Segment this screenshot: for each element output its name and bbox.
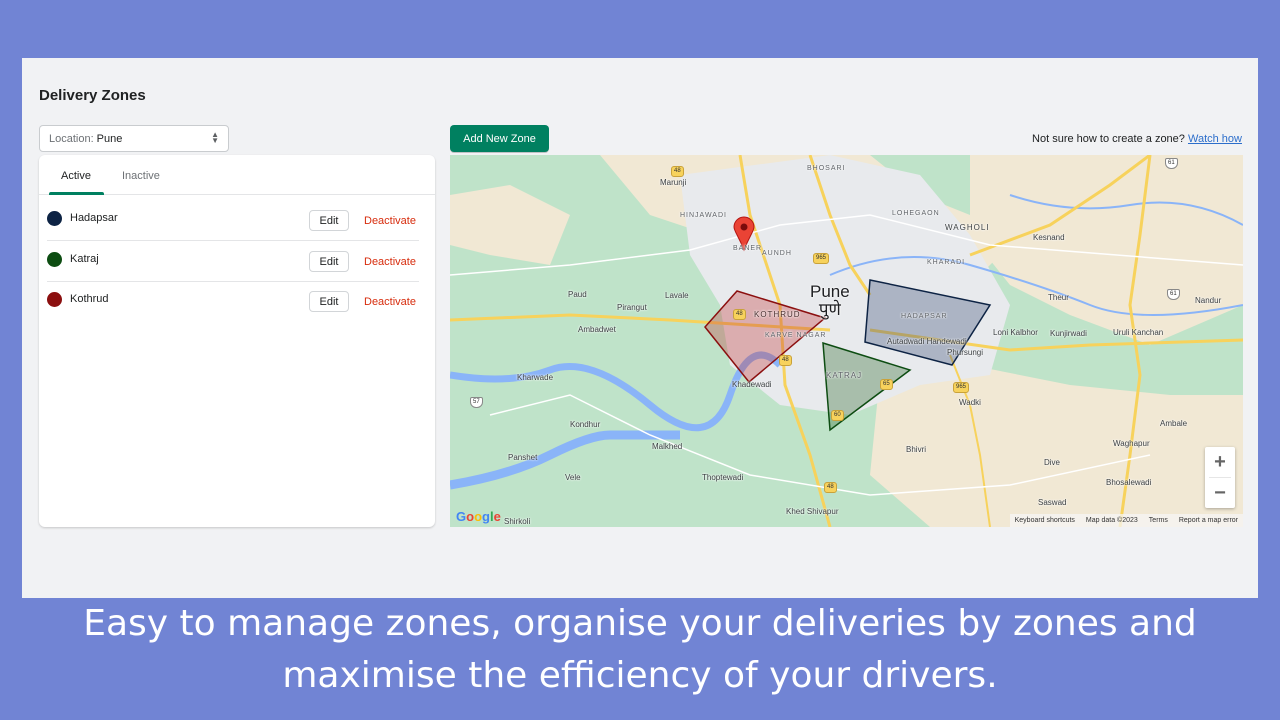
- edit-zone-button[interactable]: Edit: [309, 291, 349, 312]
- map-label: KHARADI: [927, 259, 966, 266]
- google-logo: Google: [456, 509, 501, 524]
- highway-shield: 48: [733, 309, 746, 320]
- map-label: Saswad: [1038, 498, 1067, 507]
- map-label: Uruli Kanchan: [1113, 328, 1164, 337]
- map-label: HADAPSAR: [901, 313, 948, 320]
- map-label: Pirangut: [617, 303, 647, 312]
- edit-zone-button[interactable]: Edit: [309, 251, 349, 272]
- map-label: Thoptewadi: [702, 473, 744, 482]
- zoom-in-button[interactable]: +: [1205, 447, 1235, 477]
- map-label: Kharwade: [517, 373, 554, 382]
- map-label: Ambadwet: [578, 325, 616, 334]
- map-label: Kunjirwadi: [1050, 329, 1087, 338]
- map-label: WAGHOLI: [945, 223, 990, 232]
- map-label: Shirkoli: [504, 517, 531, 526]
- deactivate-zone-link[interactable]: Deactivate: [364, 215, 416, 227]
- map-label: Paud: [568, 290, 587, 299]
- report-map-error-link[interactable]: Report a map error: [1179, 517, 1238, 524]
- terms-link[interactable]: Terms: [1149, 517, 1168, 524]
- keyboard-shortcuts-link[interactable]: Keyboard shortcuts: [1015, 517, 1075, 524]
- edit-zone-button[interactable]: Edit: [309, 210, 349, 231]
- add-new-zone-button[interactable]: Add New Zone: [450, 125, 549, 152]
- highway-shield: 48: [824, 482, 837, 493]
- highway-shield: 48: [671, 166, 684, 177]
- map-label: AUNDH: [762, 250, 792, 257]
- caption-line-2: maximise the efficiency of your drivers.: [282, 655, 998, 696]
- map-label: Kesnand: [1033, 233, 1065, 242]
- map-label: Wadki: [959, 398, 981, 407]
- map-label: Waghapur: [1113, 439, 1150, 448]
- map-label: Vele: [565, 473, 581, 482]
- map-data-text: Map data ©2023: [1085, 517, 1138, 524]
- map-label: Malkhed: [652, 442, 683, 451]
- map[interactable]: Pune पुणे Marunji HINJAWADI BANER AUNDH B…: [450, 155, 1243, 527]
- select-arrows-icon: ▲ ▼: [211, 130, 219, 145]
- map-label: KOTHRUD: [754, 310, 801, 319]
- map-canvas[interactable]: [450, 155, 1243, 527]
- active-tab-indicator: [49, 192, 104, 195]
- deactivate-zone-link[interactable]: Deactivate: [364, 256, 416, 268]
- location-select-label: Location:: [49, 132, 94, 145]
- highway-shield: 61: [1167, 289, 1180, 300]
- zone-color-dot: [47, 292, 62, 307]
- map-label: Kondhur: [570, 420, 601, 429]
- marketing-caption: Easy to manage zones, organise your deli…: [0, 598, 1280, 702]
- highway-shield: 61: [1165, 158, 1178, 169]
- map-label: Bhivri: [906, 445, 927, 454]
- tab-active[interactable]: Active: [61, 170, 91, 182]
- map-label: KARVE NAGAR: [765, 332, 827, 339]
- watch-how-link[interactable]: Watch how: [1188, 133, 1242, 145]
- app-window: Delivery Zones Location: Pune ▲ ▼ Active …: [22, 58, 1258, 598]
- map-label: Dive: [1044, 458, 1061, 467]
- map-label: Ambale: [1160, 419, 1188, 428]
- map-label: Panshet: [508, 453, 538, 462]
- location-select-value: Pune: [96, 132, 123, 145]
- highway-shield: 57: [470, 397, 483, 408]
- zone-name: Hadapsar: [70, 212, 118, 224]
- zone-row-kothrud: Kothrud Edit Deactivate: [47, 282, 419, 322]
- highway-shield: 65: [880, 379, 893, 390]
- zone-color-dot: [47, 252, 62, 267]
- highway-shield: 60: [831, 410, 844, 421]
- map-label: HINJAWADI: [680, 212, 727, 219]
- zone-row-hadapsar: Hadapsar Edit Deactivate: [47, 201, 419, 241]
- help-question: Not sure how to create a zone?: [1032, 133, 1185, 145]
- city-name-local: पुणे: [818, 300, 841, 319]
- map-label: KATRAJ: [826, 371, 863, 380]
- deactivate-zone-link[interactable]: Deactivate: [364, 296, 416, 308]
- map-label: Nandur: [1195, 296, 1222, 305]
- map-label: Lavale: [665, 291, 689, 300]
- tab-inactive[interactable]: Inactive: [122, 170, 160, 182]
- map-label: BHOSARI: [807, 165, 846, 172]
- map-label: Khadewadi: [732, 380, 772, 389]
- zones-card: Active Inactive Hadapsar Edit Deactivate…: [39, 155, 435, 527]
- map-city-label: Pune पुणे: [810, 283, 850, 319]
- zone-tabs: Active Inactive: [39, 155, 435, 195]
- map-label: Autadwadi Handewadi: [887, 337, 967, 346]
- map-label: Marunji: [660, 178, 687, 187]
- zone-color-dot: [47, 211, 62, 226]
- map-label: BANER: [733, 245, 763, 252]
- location-select[interactable]: Location: Pune ▲ ▼: [39, 125, 229, 152]
- map-label: Khed Shivapur: [786, 507, 839, 516]
- map-label: Bhosalewadi: [1106, 478, 1152, 487]
- page-title: Delivery Zones: [39, 87, 146, 104]
- zone-row-katraj: Katraj Edit Deactivate: [47, 242, 419, 282]
- map-attribution: Keyboard shortcuts Map data ©2023 Terms …: [1009, 514, 1243, 527]
- zoom-out-button[interactable]: −: [1205, 478, 1235, 508]
- map-label: LOHEGAON: [892, 210, 940, 217]
- zone-name: Katraj: [70, 253, 99, 265]
- city-name: Pune: [810, 282, 850, 301]
- highway-shield: 965: [953, 382, 970, 393]
- map-label: Phursungi: [947, 348, 984, 357]
- map-zoom-control: + −: [1205, 447, 1235, 508]
- help-text: Not sure how to create a zone? Watch how: [1032, 133, 1242, 145]
- zone-name: Kothrud: [70, 293, 109, 305]
- caption-line-1: Easy to manage zones, organise your deli…: [83, 603, 1197, 644]
- highway-shield: 48: [779, 355, 792, 366]
- map-label: Theur: [1048, 293, 1069, 302]
- map-label: Loni Kalbhor: [993, 328, 1038, 337]
- highway-shield: 965: [813, 253, 830, 264]
